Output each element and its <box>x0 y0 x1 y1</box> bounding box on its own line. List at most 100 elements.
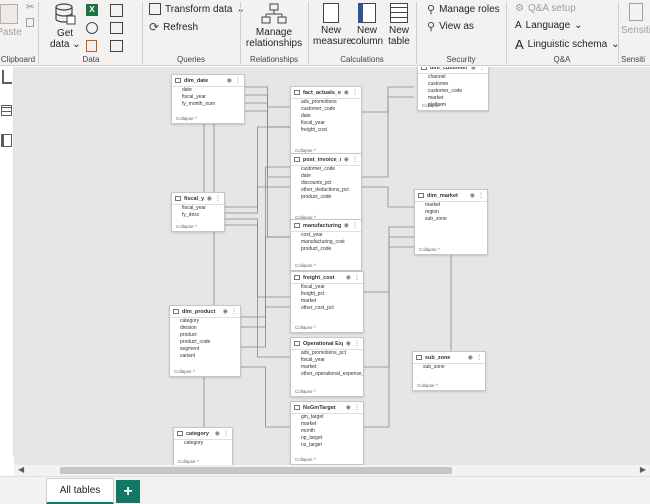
table-field[interactable]: product_code <box>291 246 361 253</box>
table-field[interactable]: date <box>291 173 361 180</box>
table-field[interactable]: product_code <box>291 194 361 201</box>
table-field[interactable]: segment <box>170 346 240 353</box>
relationship-line[interactable] <box>362 86 414 178</box>
table-field[interactable]: channel <box>418 74 488 81</box>
table-card[interactable]: manufacturing_cost◉⋮cost_yearmanufacturi… <box>290 219 362 271</box>
table-card[interactable]: fiscal_year◉⋮fiscal_yearfy_desc Collapse … <box>171 192 225 232</box>
table-field[interactable]: customer_code <box>418 88 488 95</box>
table-field[interactable]: market <box>415 202 487 209</box>
table-card[interactable]: dim_market ◉ ⋮ market region sub_zone Collapse… <box>414 189 488 255</box>
table-field[interactable]: other_operational_expense_pct <box>291 371 363 378</box>
new-column-button[interactable]: New column <box>349 3 385 47</box>
table-card[interactable]: sub_zone ◉ ⋮ sub_zone Collapse ^ <box>412 351 486 391</box>
enter-data-icon[interactable] <box>110 22 123 34</box>
table-field[interactable]: sub_zone <box>413 364 485 371</box>
scrollbar-thumb[interactable] <box>60 467 452 474</box>
collapse-toggle[interactable]: Collapse ^ <box>422 103 443 108</box>
table-card-header[interactable]: dim_market ◉ ⋮ <box>415 190 487 202</box>
table-card[interactable]: NsGmTarget ◉ ⋮ gm_target market month np_targe… <box>290 401 364 465</box>
visibility-eye-icon[interactable]: ◉ <box>471 67 476 71</box>
manage-relationships-button[interactable]: Manage relationships <box>243 3 305 49</box>
tab-all-tables[interactable]: All tables <box>46 478 114 504</box>
collapse-toggle[interactable]: Collapse ^ <box>174 369 195 374</box>
table-field[interactable]: fiscal_year <box>172 205 224 212</box>
table-field[interactable]: other_cost_pct <box>291 305 363 312</box>
relationship-line[interactable] <box>245 110 290 238</box>
more-options-icon[interactable]: ⋮ <box>352 89 358 96</box>
table-card-header[interactable]: dim_customer ◉ ⋮ <box>418 67 488 74</box>
get-data-button[interactable]: Get data ⌄ <box>50 3 81 50</box>
table-field[interactable]: fiscal_year <box>291 284 363 291</box>
table-field[interactable]: customer_code <box>291 166 361 173</box>
table-field[interactable]: market <box>291 298 363 305</box>
more-options-icon[interactable]: ⋮ <box>215 195 221 202</box>
manage-roles-button[interactable]: ⚲ Manage roles <box>427 3 500 16</box>
more-options-icon[interactable]: ⋮ <box>223 430 229 437</box>
visibility-eye-icon[interactable]: ◉ <box>207 195 212 202</box>
visibility-eye-icon[interactable]: ◉ <box>344 222 349 229</box>
collapse-toggle[interactable]: Collapse ^ <box>295 389 316 394</box>
more-options-icon[interactable]: ⋮ <box>352 156 358 163</box>
excel-icon[interactable]: X <box>86 4 98 16</box>
table-card-header[interactable]: dim_date ◉ ⋮ <box>172 75 244 87</box>
new-table-button[interactable]: New table <box>385 3 413 47</box>
visibility-eye-icon[interactable]: ◉ <box>346 340 351 347</box>
sql-server-icon[interactable] <box>86 22 98 34</box>
table-field[interactable]: market <box>418 95 488 102</box>
table-field[interactable]: fy_desc <box>172 212 224 219</box>
sensitivity-button[interactable]: Sensiti <box>621 3 650 36</box>
refresh-button[interactable]: ⟳ Refresh <box>149 20 198 34</box>
table-field[interactable]: product_code <box>170 339 240 346</box>
visibility-eye-icon[interactable]: ◉ <box>227 77 232 84</box>
recent-sources-icon[interactable] <box>110 40 123 52</box>
table-field[interactable]: date <box>291 113 361 120</box>
table-card[interactable]: Operational Expense◉⋮ads_promotions_pctf… <box>290 337 364 397</box>
table-field[interactable]: division <box>170 325 240 332</box>
table-field[interactable]: category <box>170 318 240 325</box>
table-card[interactable]: dim_product ◉ ⋮ category division product prod… <box>169 305 241 377</box>
report-view-icon[interactable] <box>2 70 12 84</box>
table-card-header[interactable]: sub_zone ◉ ⋮ <box>413 352 485 364</box>
relationship-line[interactable] <box>225 186 290 214</box>
collapse-toggle[interactable]: Collapse ^ <box>295 457 316 462</box>
visibility-eye-icon[interactable]: ◉ <box>346 404 351 411</box>
table-field[interactable]: ns_target <box>291 442 363 449</box>
transform-data-button[interactable]: Transform data ⌄ <box>149 3 245 15</box>
collapse-toggle[interactable]: Collapse ^ <box>176 116 197 121</box>
horizontal-scrollbar[interactable]: ◀ ▶ <box>14 465 650 476</box>
collapse-toggle[interactable]: Collapse ^ <box>178 459 199 464</box>
table-field[interactable]: freight_pct <box>291 291 363 298</box>
dataverse-icon[interactable] <box>86 40 97 52</box>
table-field[interactable]: fiscal_year <box>291 120 361 127</box>
linguistic-schema-button[interactable]: A Linguistic schema ⌄ <box>515 37 620 52</box>
visibility-eye-icon[interactable]: ◉ <box>215 430 220 437</box>
table-field[interactable]: category <box>174 440 232 447</box>
collapse-toggle[interactable]: Collapse ^ <box>176 224 197 229</box>
model-canvas[interactable]: dim_date ◉ ⋮ date fiscal_year fy_month_num Col… <box>14 67 650 465</box>
more-options-icon[interactable]: ⋮ <box>479 67 485 71</box>
table-card-header[interactable]: NsGmTarget ◉ ⋮ <box>291 402 363 414</box>
more-options-icon[interactable]: ⋮ <box>352 222 358 229</box>
table-card-header[interactable]: manufacturing_cost◉⋮ <box>291 220 361 232</box>
power-bi-dataset-icon[interactable] <box>110 4 123 17</box>
collapse-toggle[interactable]: Collapse ^ <box>295 263 316 268</box>
more-options-icon[interactable]: ⋮ <box>354 340 360 347</box>
table-field[interactable]: ads_promotions_pct <box>291 350 363 357</box>
table-card-header[interactable]: freight_cost ◉ ⋮ <box>291 272 363 284</box>
view-as-button[interactable]: ⚲ View as <box>427 20 474 33</box>
table-card[interactable]: dim_date ◉ ⋮ date fiscal_year fy_month_num Col… <box>171 74 245 124</box>
table-field[interactable]: manufacturing_cost <box>291 239 361 246</box>
table-field[interactable]: fiscal_year <box>291 357 363 364</box>
new-measure-button[interactable]: New measure <box>313 3 352 47</box>
cut-icon[interactable]: ✂ <box>26 2 34 13</box>
table-field[interactable]: freight_cost <box>291 127 361 134</box>
table-card-header[interactable]: fiscal_year◉⋮ <box>172 193 224 205</box>
visibility-eye-icon[interactable]: ◉ <box>223 308 228 315</box>
table-field[interactable]: gm_target <box>291 414 363 421</box>
collapse-toggle[interactable]: Collapse ^ <box>417 383 438 388</box>
table-field[interactable]: market <box>291 421 363 428</box>
qa-setup-button[interactable]: ⚙ Q&A setup <box>515 3 576 14</box>
table-card-header[interactable]: Operational Expense◉⋮ <box>291 338 363 350</box>
scroll-left-icon[interactable]: ◀ <box>18 465 24 474</box>
table-card[interactable]: fact_actuals_estimates◉⋮ads_promotionscu… <box>290 86 362 156</box>
